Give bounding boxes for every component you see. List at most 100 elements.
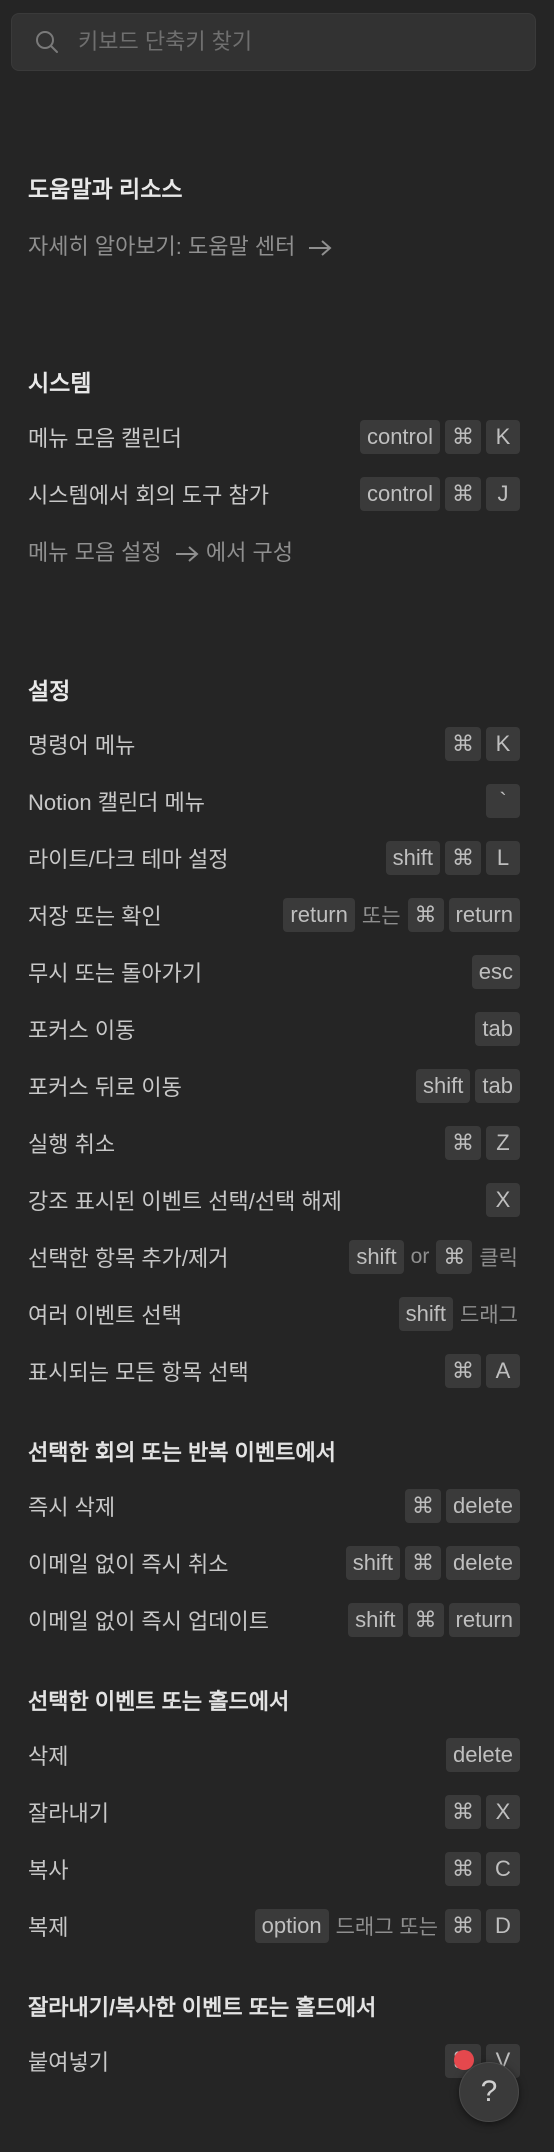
notification-badge: [454, 2050, 474, 2070]
shortcut-row: 여러 이벤트 선택 shift 드래그: [28, 1294, 520, 1334]
shortcut-label: 즉시 삭제: [28, 1495, 116, 1520]
key-cap: `: [486, 784, 520, 818]
shortcut-label: 메뉴 모음 캘린더: [28, 426, 182, 451]
shortcut-label: 포커스 뒤로 이동: [28, 1075, 182, 1100]
search-input[interactable]: [62, 13, 535, 71]
key-cap: control: [359, 420, 440, 454]
meeting-section-title: 선택한 회의 또는 반복 이벤트에서: [28, 1440, 336, 1465]
shortcut-label: 붙여넣기: [28, 2050, 109, 2075]
search-box[interactable]: [11, 13, 536, 71]
key-cap: shift: [398, 1297, 454, 1331]
key-separator: or: [410, 1245, 430, 1268]
help-button[interactable]: ?: [459, 2062, 519, 2122]
menu-bar-settings-link[interactable]: 메뉴 모음 설정 에서 구성: [28, 531, 520, 571]
shortcut-row: 포커스 이동 tab: [28, 1009, 520, 1049]
shortcut-keys: shift ⌘ return: [348, 1603, 520, 1637]
shortcut-keys: X: [486, 1183, 520, 1217]
key-cap: ⌘: [436, 1240, 473, 1274]
key-cap: delete: [446, 1489, 520, 1523]
shortcut-row: 실행 취소 ⌘ Z: [28, 1123, 520, 1163]
key-cap: shift: [349, 1240, 404, 1274]
key-cap: J: [486, 477, 520, 511]
key-cap: ⌘: [445, 841, 481, 875]
shortcut-row: 포커스 뒤로 이동 shift tab: [28, 1066, 520, 1106]
shortcut-keys: shift ⌘ L: [385, 841, 520, 875]
shortcut-keys: delete: [446, 1738, 520, 1772]
key-cap: ⌘: [405, 1546, 442, 1580]
key-cap: return: [448, 1603, 520, 1637]
shortcut-label: 잘라내기: [28, 1801, 109, 1826]
key-cap: ⌘: [445, 727, 481, 761]
shortcut-keys: option 드래그 또는 ⌘ D: [254, 1909, 520, 1943]
shortcut-label: 이메일 없이 즉시 업데이트: [28, 1609, 269, 1634]
shortcut-row: 붙여넣기⌘V: [28, 2041, 520, 2081]
shortcut-label: 여러 이벤트 선택: [28, 1303, 182, 1328]
shortcut-keys: shift ⌘ delete: [345, 1546, 520, 1580]
system-section-title: 시스템: [28, 370, 92, 396]
shortcut-keys: control ⌘ K: [359, 420, 520, 454]
arrow-right-icon: [175, 546, 199, 562]
menu-bar-settings-suffix: 에서 구성: [205, 540, 293, 565]
shortcut-row: 이메일 없이 즉시 취소 shift ⌘ delete: [28, 1543, 520, 1583]
key-cap: shift: [385, 841, 440, 875]
shortcut-label: 명령어 메뉴: [28, 733, 136, 758]
key-cap: tab: [475, 1012, 520, 1046]
key-action-suffix: 드래그: [460, 1304, 518, 1327]
help-section-title: 도움말과 리소스: [28, 176, 183, 202]
key-cap: X: [486, 1795, 520, 1829]
shortcut-label: 강조 표시된 이벤트 선택/선택 해제: [28, 1189, 342, 1214]
key-cap: esc: [471, 955, 520, 989]
shortcut-keys: ⌘ X: [445, 1795, 520, 1829]
shortcut-keys: esc: [471, 955, 520, 989]
shortcut-label: 실행 취소: [28, 1132, 116, 1157]
shortcut-label: 이메일 없이 즉시 취소: [28, 1552, 229, 1577]
key-cap: tab: [475, 1069, 520, 1103]
key-cap: shift: [416, 1069, 471, 1103]
shortcut-row: 이메일 없이 즉시 업데이트 shift ⌘ return: [28, 1600, 520, 1640]
key-cap: C: [486, 1852, 520, 1886]
key-cap: ⌘: [445, 477, 481, 511]
key-cap: D: [486, 1909, 520, 1943]
shortcut-keys: shift tab: [416, 1069, 520, 1103]
key-cap: ⌘: [445, 1354, 481, 1388]
shortcut-row: 복사 ⌘ C: [28, 1849, 520, 1889]
shortcut-row: 라이트/다크 테마 설정 shift ⌘ L: [28, 838, 520, 878]
key-cap: delete: [446, 1738, 520, 1772]
help-button-label: ?: [480, 2075, 498, 2108]
shortcut-row: 무시 또는 돌아가기 esc: [28, 952, 520, 992]
key-cap: delete: [446, 1546, 520, 1580]
key-cap: option: [254, 1909, 329, 1943]
shortcut-keys: ⌘ delete: [405, 1489, 520, 1523]
key-cap: shift: [348, 1603, 403, 1637]
key-cap: X: [486, 1183, 520, 1217]
key-cap: return: [448, 898, 520, 932]
shortcuts-panel: 도움말과 리소스 자세히 알아보기: 도움말 센터 시스템 메뉴 모음 캘린더 c…: [0, 0, 554, 2152]
key-separator: 또는: [361, 905, 401, 928]
settings-section-title: 설정: [28, 678, 71, 704]
shortcut-keys: shift or ⌘ 클릭: [349, 1240, 520, 1274]
key-cap: ⌘: [445, 1126, 481, 1160]
help-center-link-label: 자세히 알아보기: 도움말 센터: [28, 234, 296, 259]
key-action-suffix: 클릭: [479, 1247, 518, 1270]
shortcut-row: 즉시 삭제 ⌘ delete: [28, 1486, 520, 1526]
key-cap: K: [486, 727, 520, 761]
shortcut-keys: control ⌘ J: [359, 477, 520, 511]
shortcut-row: 저장 또는 확인 return 또는 ⌘ return: [28, 895, 520, 935]
key-cap: Z: [486, 1126, 520, 1160]
key-cap: A: [486, 1354, 520, 1388]
key-cap: shift: [345, 1546, 401, 1580]
help-center-link[interactable]: 자세히 알아보기: 도움말 센터: [28, 225, 520, 265]
key-cap: return: [283, 898, 355, 932]
shortcut-label: 선택한 항목 추가/제거: [28, 1246, 229, 1271]
shortcut-label: 저장 또는 확인: [28, 904, 162, 929]
key-cap: ⌘: [407, 898, 444, 932]
shortcut-row: 삭제 delete: [28, 1735, 520, 1775]
shortcut-keys: `: [486, 784, 520, 818]
shortcut-keys: return 또는 ⌘ return: [283, 898, 520, 932]
key-cap: ⌘: [405, 1489, 442, 1523]
shortcut-row: 잘라내기 ⌘ X: [28, 1792, 520, 1832]
shortcut-label: Notion 캘린더 메뉴: [28, 790, 206, 815]
search-icon: [32, 27, 62, 57]
shortcut-label: 포커스 이동: [28, 1018, 136, 1043]
key-cap: ⌘: [445, 1795, 481, 1829]
